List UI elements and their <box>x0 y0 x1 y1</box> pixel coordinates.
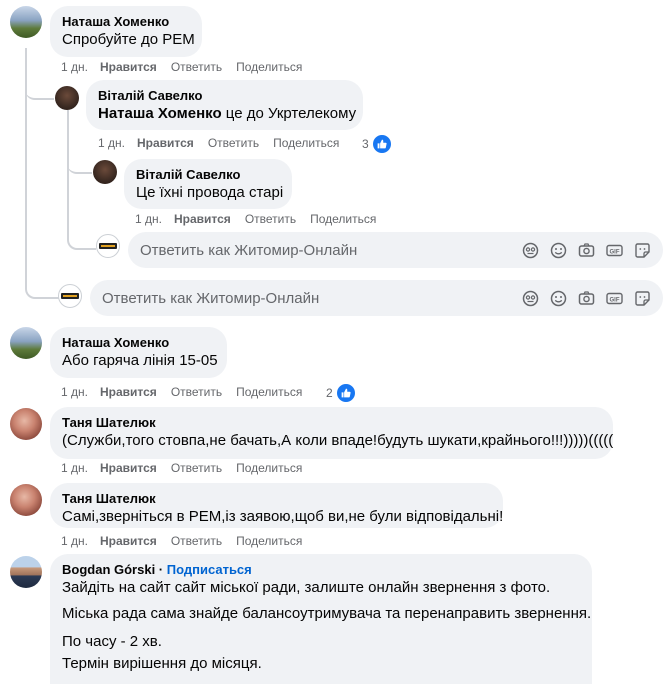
comment-text-rest: це до Укртелекому <box>221 105 357 122</box>
reply-button[interactable]: Ответить <box>171 384 222 400</box>
comment-time[interactable]: 1 дн. <box>61 384 88 400</box>
reply-button[interactable]: Ответить <box>208 135 259 151</box>
thread-curve-reply1 <box>25 62 54 100</box>
sticker-icon[interactable] <box>634 242 651 259</box>
gif-icon[interactable]: GIF <box>606 242 623 259</box>
comment-author-name[interactable]: Bogdan Górski <box>62 562 155 577</box>
comment-text: Самі,зверніться в РЕМ,із заявою,щоб ви,н… <box>62 508 504 525</box>
comment-bubble: Таня Шателюк Самі,зверніться в РЕМ,із за… <box>50 483 503 528</box>
page-avatar-logo <box>96 234 120 258</box>
reply-button[interactable]: Ответить <box>171 533 222 549</box>
comment-author[interactable]: Наташа Хоменко <box>62 335 215 351</box>
comment-time[interactable]: 1 дн. <box>135 211 162 227</box>
comment-bubble: Наташа Хоменко Спробуйте до РЕМ <box>50 6 202 57</box>
comment-time[interactable]: 1 дн. <box>61 533 88 549</box>
reply-button[interactable]: Ответить <box>171 460 222 476</box>
emoji-icon[interactable] <box>550 290 567 307</box>
comment-bubble: Наташа Хоменко Або гаряча лінія 15-05 <box>50 327 227 378</box>
like-button[interactable]: Нравится <box>137 135 194 151</box>
reply-button[interactable]: Ответить <box>245 211 296 227</box>
comment-time[interactable]: 1 дн. <box>61 59 88 75</box>
comment-author[interactable]: Наташа Хоменко <box>62 14 190 30</box>
comment-bubble: Віталій Савелко Це їхні провода старі <box>124 159 292 209</box>
comment-text: Або гаряча лінія 15-05 <box>62 352 218 369</box>
comment-time[interactable]: 1 дн. <box>98 135 125 151</box>
share-button[interactable]: Поделиться <box>273 135 339 151</box>
page-avatar-logo <box>58 284 82 308</box>
comment-actions: 1 дн. Нравится Ответить Поделиться <box>61 59 316 75</box>
camera-icon[interactable] <box>578 242 595 259</box>
comment-author[interactable]: Віталій Савелко <box>136 167 280 183</box>
comment-text: (Служби,того стовпа,не бачать,А коли впа… <box>62 432 614 449</box>
sticker-icon[interactable] <box>634 290 651 307</box>
like-button[interactable]: Нравится <box>100 533 157 549</box>
thread-curve-replybox-inner <box>67 212 96 250</box>
thread-curve-replybox-outer <box>25 260 59 299</box>
like-button[interactable]: Нравится <box>100 59 157 75</box>
share-button[interactable]: Поделиться <box>310 211 376 227</box>
avatar[interactable] <box>55 86 79 110</box>
share-button[interactable]: Поделиться <box>236 460 302 476</box>
reaction-count[interactable]: 2 <box>326 382 357 404</box>
comment-text-line: Термін вирішення до місяця. <box>62 655 262 672</box>
reply-placeholder: Ответить как Житомир-Онлайн <box>140 241 358 259</box>
comment-actions: 1 дн. Нравится Ответить Поделиться <box>61 460 316 476</box>
comment-bubble: Віталій Савелко Наташа Хоменко це до Укр… <box>86 80 363 130</box>
reply-input[interactable]: Ответить как Житомир-Онлайн GIF <box>90 280 663 316</box>
thumbs-up-icon <box>370 133 393 155</box>
share-button[interactable]: Поделиться <box>236 384 302 400</box>
comment-text: Це їхні провода старі <box>136 184 284 201</box>
comment-author: Bogdan Górski · Подписаться <box>62 562 252 577</box>
comment-author[interactable]: Таня Шателюк <box>62 415 601 431</box>
comment-actions: 1 дн. Нравится Ответить Поделиться <box>61 533 316 549</box>
comment-bubble: Bogdan Górski · Подписаться Зайдіть на с… <box>50 554 592 684</box>
gif-icon[interactable]: GIF <box>606 290 623 307</box>
svg-text:GIF: GIF <box>610 249 620 255</box>
mention-link[interactable]: Наташа Хоменко <box>98 105 222 122</box>
sticker-face-icon[interactable] <box>522 290 539 307</box>
comment-author[interactable]: Таня Шателюк <box>62 491 491 507</box>
reaction-count[interactable]: 3 <box>362 133 393 155</box>
avatar[interactable] <box>93 160 117 184</box>
like-button[interactable]: Нравится <box>100 460 157 476</box>
thread-curve-reply2 <box>67 140 92 174</box>
comment-author[interactable]: Віталій Савелко <box>98 88 351 104</box>
avatar[interactable] <box>10 556 42 588</box>
like-button[interactable]: Нравится <box>100 384 157 400</box>
comment-text-line: По часу - 2 хв. <box>62 633 162 650</box>
reply-button[interactable]: Ответить <box>171 59 222 75</box>
reply-toolbar: GIF <box>522 242 651 259</box>
follow-button[interactable]: Подписаться <box>167 562 252 577</box>
like-count: 2 <box>326 386 333 400</box>
avatar[interactable] <box>10 408 42 440</box>
comment-time[interactable]: 1 дн. <box>61 460 88 476</box>
like-count: 3 <box>362 137 369 151</box>
avatar[interactable] <box>10 327 42 359</box>
comment-actions: 1 дн. Нравится Ответить Поделиться <box>135 211 390 227</box>
camera-icon[interactable] <box>578 290 595 307</box>
thumbs-up-icon <box>334 382 357 404</box>
reply-toolbar: GIF <box>522 290 651 307</box>
svg-text:GIF: GIF <box>610 297 620 303</box>
comment-actions: 1 дн. Нравится Ответить Поделиться <box>98 135 353 151</box>
comment-bubble: Таня Шателюк (Служби,того стовпа,не бача… <box>50 407 613 459</box>
share-button[interactable]: Поделиться <box>236 533 302 549</box>
comment-text: Спробуйте до РЕМ <box>62 31 195 48</box>
share-button[interactable]: Поделиться <box>236 59 302 75</box>
avatar[interactable] <box>10 484 42 516</box>
avatar[interactable] <box>10 6 42 38</box>
comment-text-line: Зайдіть на сайт сайт міської ради, залиш… <box>62 579 551 596</box>
like-button[interactable]: Нравится <box>174 211 231 227</box>
reply-input[interactable]: Ответить как Житомир-Онлайн GIF <box>128 232 663 268</box>
comment-text: Наташа Хоменко це до Укртелекому <box>98 104 356 124</box>
sticker-face-icon[interactable] <box>522 242 539 259</box>
comment-text-line: Міська рада сама знайде балансоутримувач… <box>62 605 592 622</box>
comment-actions: 1 дн. Нравится Ответить Поделиться <box>61 384 316 400</box>
emoji-icon[interactable] <box>550 242 567 259</box>
reply-placeholder: Ответить как Житомир-Онлайн <box>102 289 320 307</box>
